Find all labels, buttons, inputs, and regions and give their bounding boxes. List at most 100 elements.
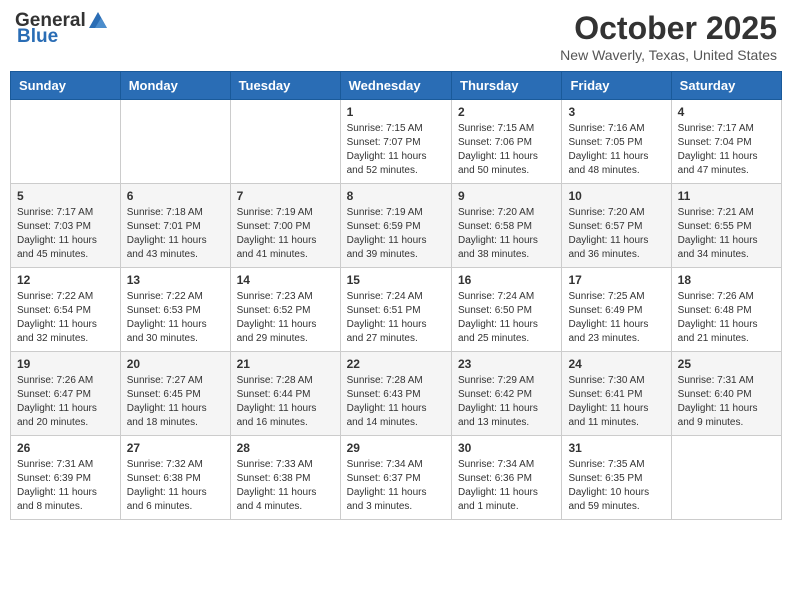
day-cell: 31 Sunrise: 7:35 AM Sunset: 6:35 PM Dayli… xyxy=(562,436,671,520)
day-number: 15 xyxy=(347,273,445,287)
day-cell: 8Sunrise: 7:19 AM Sunset: 6:59 PM Daylig… xyxy=(340,184,451,268)
day-info: Sunrise: 7:26 AM Sunset: 6:47 PM Dayligh… xyxy=(17,374,114,430)
week-row-1: 1 Sunrise: 7:15 AM Sunset: 7:07 PM Daylig… xyxy=(11,100,782,184)
day-cell: 29 Sunrise: 7:34 AM Sunset: 6:37 PM Dayli… xyxy=(340,436,451,520)
day-cell: 16 Sunrise: 7:24 AM Sunset: 6:50 PM Dayli… xyxy=(452,268,562,352)
day-cell: 11 Sunrise: 7:21 AM Sunset: 6:55 PM Dayli… xyxy=(671,184,781,268)
day-info: Sunrise: 7:25 AM Sunset: 6:49 PM Dayligh… xyxy=(568,290,664,346)
day-cell: 30 Sunrise: 7:34 AM Sunset: 6:36 PM Dayli… xyxy=(452,436,562,520)
day-info: Sunrise: 7:22 AM Sunset: 6:53 PM Dayligh… xyxy=(127,290,224,346)
day-cell: 23 Sunrise: 7:29 AM Sunset: 6:42 PM Dayli… xyxy=(452,352,562,436)
day-cell: 26 Sunrise: 7:31 AM Sunset: 6:39 PM Dayli… xyxy=(11,436,121,520)
day-info: Sunrise: 7:20 AM Sunset: 6:58 PM Dayligh… xyxy=(458,206,555,262)
day-info: Sunrise: 7:35 AM Sunset: 6:35 PM Dayligh… xyxy=(568,458,664,514)
day-info: Sunrise: 7:15 AM Sunset: 7:06 PM Dayligh… xyxy=(458,122,555,178)
day-cell: 14 Sunrise: 7:23 AM Sunset: 6:52 PM Dayli… xyxy=(230,268,340,352)
day-info: Sunrise: 7:34 AM Sunset: 6:36 PM Dayligh… xyxy=(458,458,555,514)
day-info: Sunrise: 7:27 AM Sunset: 6:45 PM Dayligh… xyxy=(127,374,224,430)
day-number: 16 xyxy=(458,273,555,287)
day-cell: 20 Sunrise: 7:27 AM Sunset: 6:45 PM Dayli… xyxy=(120,352,230,436)
day-number: 8 xyxy=(347,189,445,203)
day-number: 14 xyxy=(237,273,334,287)
day-number: 23 xyxy=(458,357,555,371)
day-cell: 5 Sunrise: 7:17 AM Sunset: 7:03 PM Daylig… xyxy=(11,184,121,268)
week-row-4: 19Sunrise: 7:26 AM Sunset: 6:47 PM Dayli… xyxy=(11,352,782,436)
logo: General Blue xyxy=(15,10,110,48)
day-cell: 12 Sunrise: 7:22 AM Sunset: 6:54 PM Dayli… xyxy=(11,268,121,352)
day-number: 2 xyxy=(458,105,555,119)
day-number: 21 xyxy=(237,357,334,371)
day-cell xyxy=(230,100,340,184)
day-cell: 24Sunrise: 7:30 AM Sunset: 6:41 PM Dayli… xyxy=(562,352,671,436)
day-number: 31 xyxy=(568,441,664,455)
day-number: 9 xyxy=(458,189,555,203)
day-cell: 22 Sunrise: 7:28 AM Sunset: 6:43 PM Dayli… xyxy=(340,352,451,436)
day-number: 7 xyxy=(237,189,334,203)
day-info: Sunrise: 7:16 AM Sunset: 7:05 PM Dayligh… xyxy=(568,122,664,178)
day-cell: 21Sunrise: 7:28 AM Sunset: 6:44 PM Dayli… xyxy=(230,352,340,436)
day-info: Sunrise: 7:21 AM Sunset: 6:55 PM Dayligh… xyxy=(678,206,775,262)
day-number: 11 xyxy=(678,189,775,203)
day-info: Sunrise: 7:34 AM Sunset: 6:37 PM Dayligh… xyxy=(347,458,445,514)
day-info: Sunrise: 7:24 AM Sunset: 6:50 PM Dayligh… xyxy=(458,290,555,346)
day-number: 22 xyxy=(347,357,445,371)
day-info: Sunrise: 7:26 AM Sunset: 6:48 PM Dayligh… xyxy=(678,290,775,346)
day-number: 20 xyxy=(127,357,224,371)
day-cell: 2 Sunrise: 7:15 AM Sunset: 7:06 PM Daylig… xyxy=(452,100,562,184)
day-info: Sunrise: 7:18 AM Sunset: 7:01 PM Dayligh… xyxy=(127,206,224,262)
logo-blue-text: Blue xyxy=(17,26,58,48)
day-info: Sunrise: 7:31 AM Sunset: 6:40 PM Dayligh… xyxy=(678,374,775,430)
day-cell xyxy=(120,100,230,184)
day-number: 30 xyxy=(458,441,555,455)
day-info: Sunrise: 7:32 AM Sunset: 6:38 PM Dayligh… xyxy=(127,458,224,514)
day-info: Sunrise: 7:24 AM Sunset: 6:51 PM Dayligh… xyxy=(347,290,445,346)
day-info: Sunrise: 7:22 AM Sunset: 6:54 PM Dayligh… xyxy=(17,290,114,346)
day-cell: 19Sunrise: 7:26 AM Sunset: 6:47 PM Dayli… xyxy=(11,352,121,436)
day-cell xyxy=(671,436,781,520)
day-cell: 13Sunrise: 7:22 AM Sunset: 6:53 PM Dayli… xyxy=(120,268,230,352)
day-info: Sunrise: 7:31 AM Sunset: 6:39 PM Dayligh… xyxy=(17,458,114,514)
title-area: October 2025 New Waverly, Texas, United … xyxy=(560,10,777,63)
location-title: New Waverly, Texas, United States xyxy=(560,47,777,63)
day-cell: 7 Sunrise: 7:19 AM Sunset: 7:00 PM Daylig… xyxy=(230,184,340,268)
day-info: Sunrise: 7:17 AM Sunset: 7:03 PM Dayligh… xyxy=(17,206,114,262)
day-info: Sunrise: 7:17 AM Sunset: 7:04 PM Dayligh… xyxy=(678,122,775,178)
day-number: 12 xyxy=(17,273,114,287)
day-info: Sunrise: 7:19 AM Sunset: 7:00 PM Dayligh… xyxy=(237,206,334,262)
day-cell: 17 Sunrise: 7:25 AM Sunset: 6:49 PM Dayli… xyxy=(562,268,671,352)
week-row-5: 26 Sunrise: 7:31 AM Sunset: 6:39 PM Dayli… xyxy=(11,436,782,520)
day-cell: 18 Sunrise: 7:26 AM Sunset: 6:48 PM Dayli… xyxy=(671,268,781,352)
day-number: 3 xyxy=(568,105,664,119)
day-cell: 4 Sunrise: 7:17 AM Sunset: 7:04 PM Daylig… xyxy=(671,100,781,184)
day-cell: 3 Sunrise: 7:16 AM Sunset: 7:05 PM Daylig… xyxy=(562,100,671,184)
day-number: 29 xyxy=(347,441,445,455)
day-number: 5 xyxy=(17,189,114,203)
page-header: General Blue October 2025 New Waverly, T… xyxy=(10,10,782,63)
day-number: 26 xyxy=(17,441,114,455)
day-info: Sunrise: 7:20 AM Sunset: 6:57 PM Dayligh… xyxy=(568,206,664,262)
weekday-header-row: SundayMondayTuesdayWednesdayThursdayFrid… xyxy=(11,72,782,100)
day-number: 4 xyxy=(678,105,775,119)
week-row-2: 5 Sunrise: 7:17 AM Sunset: 7:03 PM Daylig… xyxy=(11,184,782,268)
weekday-header-wednesday: Wednesday xyxy=(340,72,451,100)
weekday-header-saturday: Saturday xyxy=(671,72,781,100)
day-cell: 10Sunrise: 7:20 AM Sunset: 6:57 PM Dayli… xyxy=(562,184,671,268)
day-number: 17 xyxy=(568,273,664,287)
day-number: 18 xyxy=(678,273,775,287)
day-info: Sunrise: 7:28 AM Sunset: 6:43 PM Dayligh… xyxy=(347,374,445,430)
weekday-header-thursday: Thursday xyxy=(452,72,562,100)
day-info: Sunrise: 7:23 AM Sunset: 6:52 PM Dayligh… xyxy=(237,290,334,346)
week-row-3: 12 Sunrise: 7:22 AM Sunset: 6:54 PM Dayli… xyxy=(11,268,782,352)
day-number: 1 xyxy=(347,105,445,119)
day-info: Sunrise: 7:33 AM Sunset: 6:38 PM Dayligh… xyxy=(237,458,334,514)
day-number: 27 xyxy=(127,441,224,455)
weekday-header-monday: Monday xyxy=(120,72,230,100)
day-info: Sunrise: 7:29 AM Sunset: 6:42 PM Dayligh… xyxy=(458,374,555,430)
day-cell xyxy=(11,100,121,184)
day-number: 6 xyxy=(127,189,224,203)
weekday-header-tuesday: Tuesday xyxy=(230,72,340,100)
weekday-header-sunday: Sunday xyxy=(11,72,121,100)
day-number: 28 xyxy=(237,441,334,455)
day-info: Sunrise: 7:15 AM Sunset: 7:07 PM Dayligh… xyxy=(347,122,445,178)
weekday-header-friday: Friday xyxy=(562,72,671,100)
